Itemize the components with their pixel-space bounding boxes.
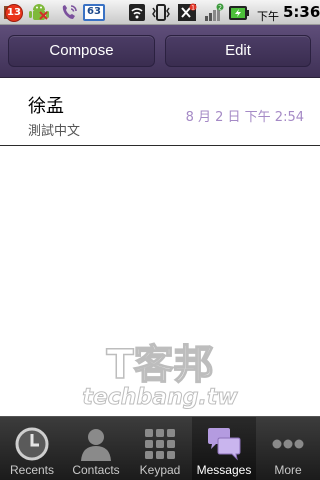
edit-button[interactable]: Edit (165, 35, 311, 67)
conversation-list-item[interactable]: 徐孟 測試中文 8 月 2 日 下午 2:54 (0, 78, 320, 146)
watermark-top-text: T客邦 (106, 342, 213, 388)
signal-bars-icon: 2 (203, 3, 225, 22)
no-signal-icon: 1 (176, 3, 198, 22)
person-icon (78, 426, 114, 462)
contact-name: 徐孟 (28, 96, 64, 117)
viber-icon (58, 3, 80, 22)
action-bar: Compose Edit (0, 25, 320, 78)
message-preview: 測試中文 (28, 124, 81, 139)
tab-recents[interactable]: Recents (0, 417, 64, 480)
keypad-icon (142, 426, 178, 462)
tab-contacts[interactable]: Contacts (64, 417, 128, 480)
status-bar: 13 63 1 2 下午 5:36 (0, 0, 320, 25)
calendar-icon: 63 (82, 3, 106, 22)
svg-text:2: 2 (218, 5, 222, 12)
tab-more[interactable]: More (256, 417, 320, 480)
notification-badge-icon: 13 (2, 3, 24, 22)
message-timestamp: 8 月 2 日 下午 2:54 (185, 110, 304, 125)
chat-bubbles-icon (206, 426, 242, 462)
clock-time: 5:36 (283, 3, 320, 21)
watermark-bottom-text: techbang.tw (82, 385, 238, 410)
tab-label-keypad: Keypad (139, 463, 181, 477)
tab-label-recents: Recents (9, 463, 55, 477)
tab-label-more: More (274, 463, 302, 477)
battery-icon (228, 3, 250, 22)
wifi-icon (127, 3, 147, 22)
android-icon (28, 3, 50, 22)
compose-button[interactable]: Compose (8, 35, 155, 67)
tab-label-contacts: Contacts (72, 463, 120, 477)
watermark-logo: T客邦 techbang.tw (78, 340, 243, 410)
more-dots-icon (270, 426, 306, 462)
clock-ampm: 下午 (257, 10, 279, 23)
vibrate-icon (150, 3, 172, 22)
svg-text:1: 1 (191, 5, 195, 12)
tab-messages[interactable]: Messages (192, 417, 256, 480)
tab-label-messages: Messages (196, 463, 252, 477)
clock-icon (14, 426, 50, 462)
bottom-tab-bar: Recents Contacts Keypad Messages More (0, 416, 320, 480)
tab-keypad[interactable]: Keypad (128, 417, 192, 480)
